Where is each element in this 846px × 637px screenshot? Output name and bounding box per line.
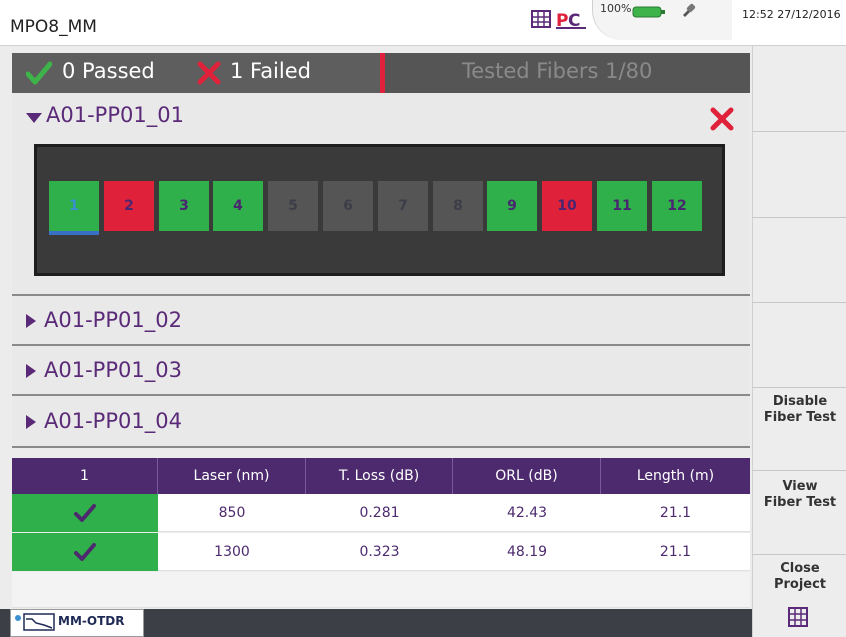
close-project-button[interactable]: Close Project bbox=[752, 555, 846, 637]
cross-icon bbox=[197, 61, 221, 89]
fiber-5[interactable]: 5 bbox=[268, 181, 318, 231]
table-row[interactable]: 1300 0.323 48.19 21.1 bbox=[12, 533, 750, 571]
fiber-1[interactable]: 1 bbox=[49, 181, 99, 235]
otdr-trace-icon bbox=[14, 613, 56, 635]
view-fiber-test-label: View Fiber Test bbox=[763, 479, 837, 510]
fiber-3[interactable]: 3 bbox=[159, 181, 209, 231]
fiber-2[interactable]: 2 bbox=[104, 181, 154, 231]
table-header: 1 Laser (nm) T. Loss (dB) ORL (dB) Lengt… bbox=[12, 458, 750, 494]
chevron-right-icon bbox=[26, 314, 36, 328]
tested-fibers: Tested Fibers 1/80 bbox=[462, 59, 653, 83]
failed-icon bbox=[710, 107, 734, 135]
section-a01-pp01-03[interactable]: A01-PP01_03 bbox=[12, 346, 750, 396]
battery-percent: 100% bbox=[600, 2, 632, 15]
section-a01-pp01-02[interactable]: A01-PP01_02 bbox=[12, 296, 750, 346]
fiber-10[interactable]: 10 bbox=[542, 181, 592, 231]
header-orl: ORL (dB) bbox=[453, 458, 601, 494]
length-value: 21.1 bbox=[659, 505, 692, 521]
selected-indicator bbox=[49, 231, 99, 235]
fiber-8[interactable]: 8 bbox=[433, 181, 483, 231]
battery-icon bbox=[632, 4, 666, 23]
laser-value: 1300 bbox=[214, 544, 250, 560]
section-label: A01-PP01_04 bbox=[44, 409, 182, 433]
orl-value: 42.43 bbox=[506, 505, 548, 521]
window-title: MPO8_MM bbox=[10, 17, 97, 37]
fiber-11[interactable]: 11 bbox=[597, 181, 647, 231]
clock: 12:52 27/12/2016 bbox=[742, 8, 841, 21]
section-label: A01-PP01_03 bbox=[44, 358, 182, 382]
section-label: A01-PP01_02 bbox=[44, 308, 182, 332]
passed-count: 0 Passed bbox=[62, 59, 155, 83]
header-fiber-number: 1 bbox=[12, 458, 158, 494]
header-loss: T. Loss (dB) bbox=[306, 458, 453, 494]
pc-connection-icon: PC bbox=[556, 8, 588, 34]
softkey-empty-2[interactable] bbox=[752, 132, 846, 217]
fiber-7[interactable]: 7 bbox=[378, 181, 428, 231]
close-project-label: Close Project bbox=[773, 561, 827, 592]
header-laser: Laser (nm) bbox=[158, 458, 306, 494]
header-length: Length (m) bbox=[636, 468, 715, 484]
check-icon bbox=[74, 504, 96, 522]
fiber-12[interactable]: 12 bbox=[652, 181, 702, 231]
chevron-down-icon bbox=[26, 113, 42, 123]
fiber-4[interactable]: 4 bbox=[213, 181, 263, 231]
fiber-9[interactable]: 9 bbox=[487, 181, 537, 231]
disable-fiber-test-button[interactable]: Disable Fiber Test bbox=[752, 388, 846, 470]
softkey-empty-3[interactable] bbox=[752, 218, 846, 302]
section-a01-pp01-04[interactable]: A01-PP01_04 bbox=[12, 396, 750, 448]
chevron-right-icon bbox=[26, 415, 36, 429]
table-row[interactable]: 850 0.281 42.43 21.1 bbox=[12, 494, 750, 532]
softkey-empty-4[interactable] bbox=[752, 303, 846, 387]
section-label: A01-PP01_01 bbox=[46, 103, 184, 127]
summary-bar: 0 Passed 1 Failed Tested Fibers 1/80 bbox=[12, 53, 750, 93]
length-value: 21.1 bbox=[659, 544, 692, 560]
mode-label: MM-OTDR bbox=[58, 614, 125, 628]
status-cell bbox=[12, 533, 158, 571]
check-icon bbox=[25, 61, 53, 89]
chevron-right-icon bbox=[26, 364, 36, 378]
check-icon bbox=[74, 543, 96, 561]
failed-count: 1 Failed bbox=[230, 59, 311, 83]
empty-row bbox=[12, 572, 750, 608]
laser-value: 850 bbox=[218, 505, 246, 521]
status-cell bbox=[12, 494, 158, 532]
project-grid-icon bbox=[788, 607, 808, 631]
disable-fiber-test-label: Disable Fiber Test bbox=[763, 394, 837, 425]
loss-value: 0.281 bbox=[359, 505, 400, 521]
fiber-6[interactable]: 6 bbox=[323, 181, 373, 231]
orl-value: 48.19 bbox=[506, 544, 548, 560]
loss-value: 0.323 bbox=[359, 544, 400, 560]
power-plug-icon bbox=[680, 2, 696, 22]
softkey-empty-1[interactable] bbox=[752, 47, 846, 131]
grid-icon bbox=[531, 10, 551, 32]
view-fiber-test-button[interactable]: View Fiber Test bbox=[752, 471, 846, 554]
